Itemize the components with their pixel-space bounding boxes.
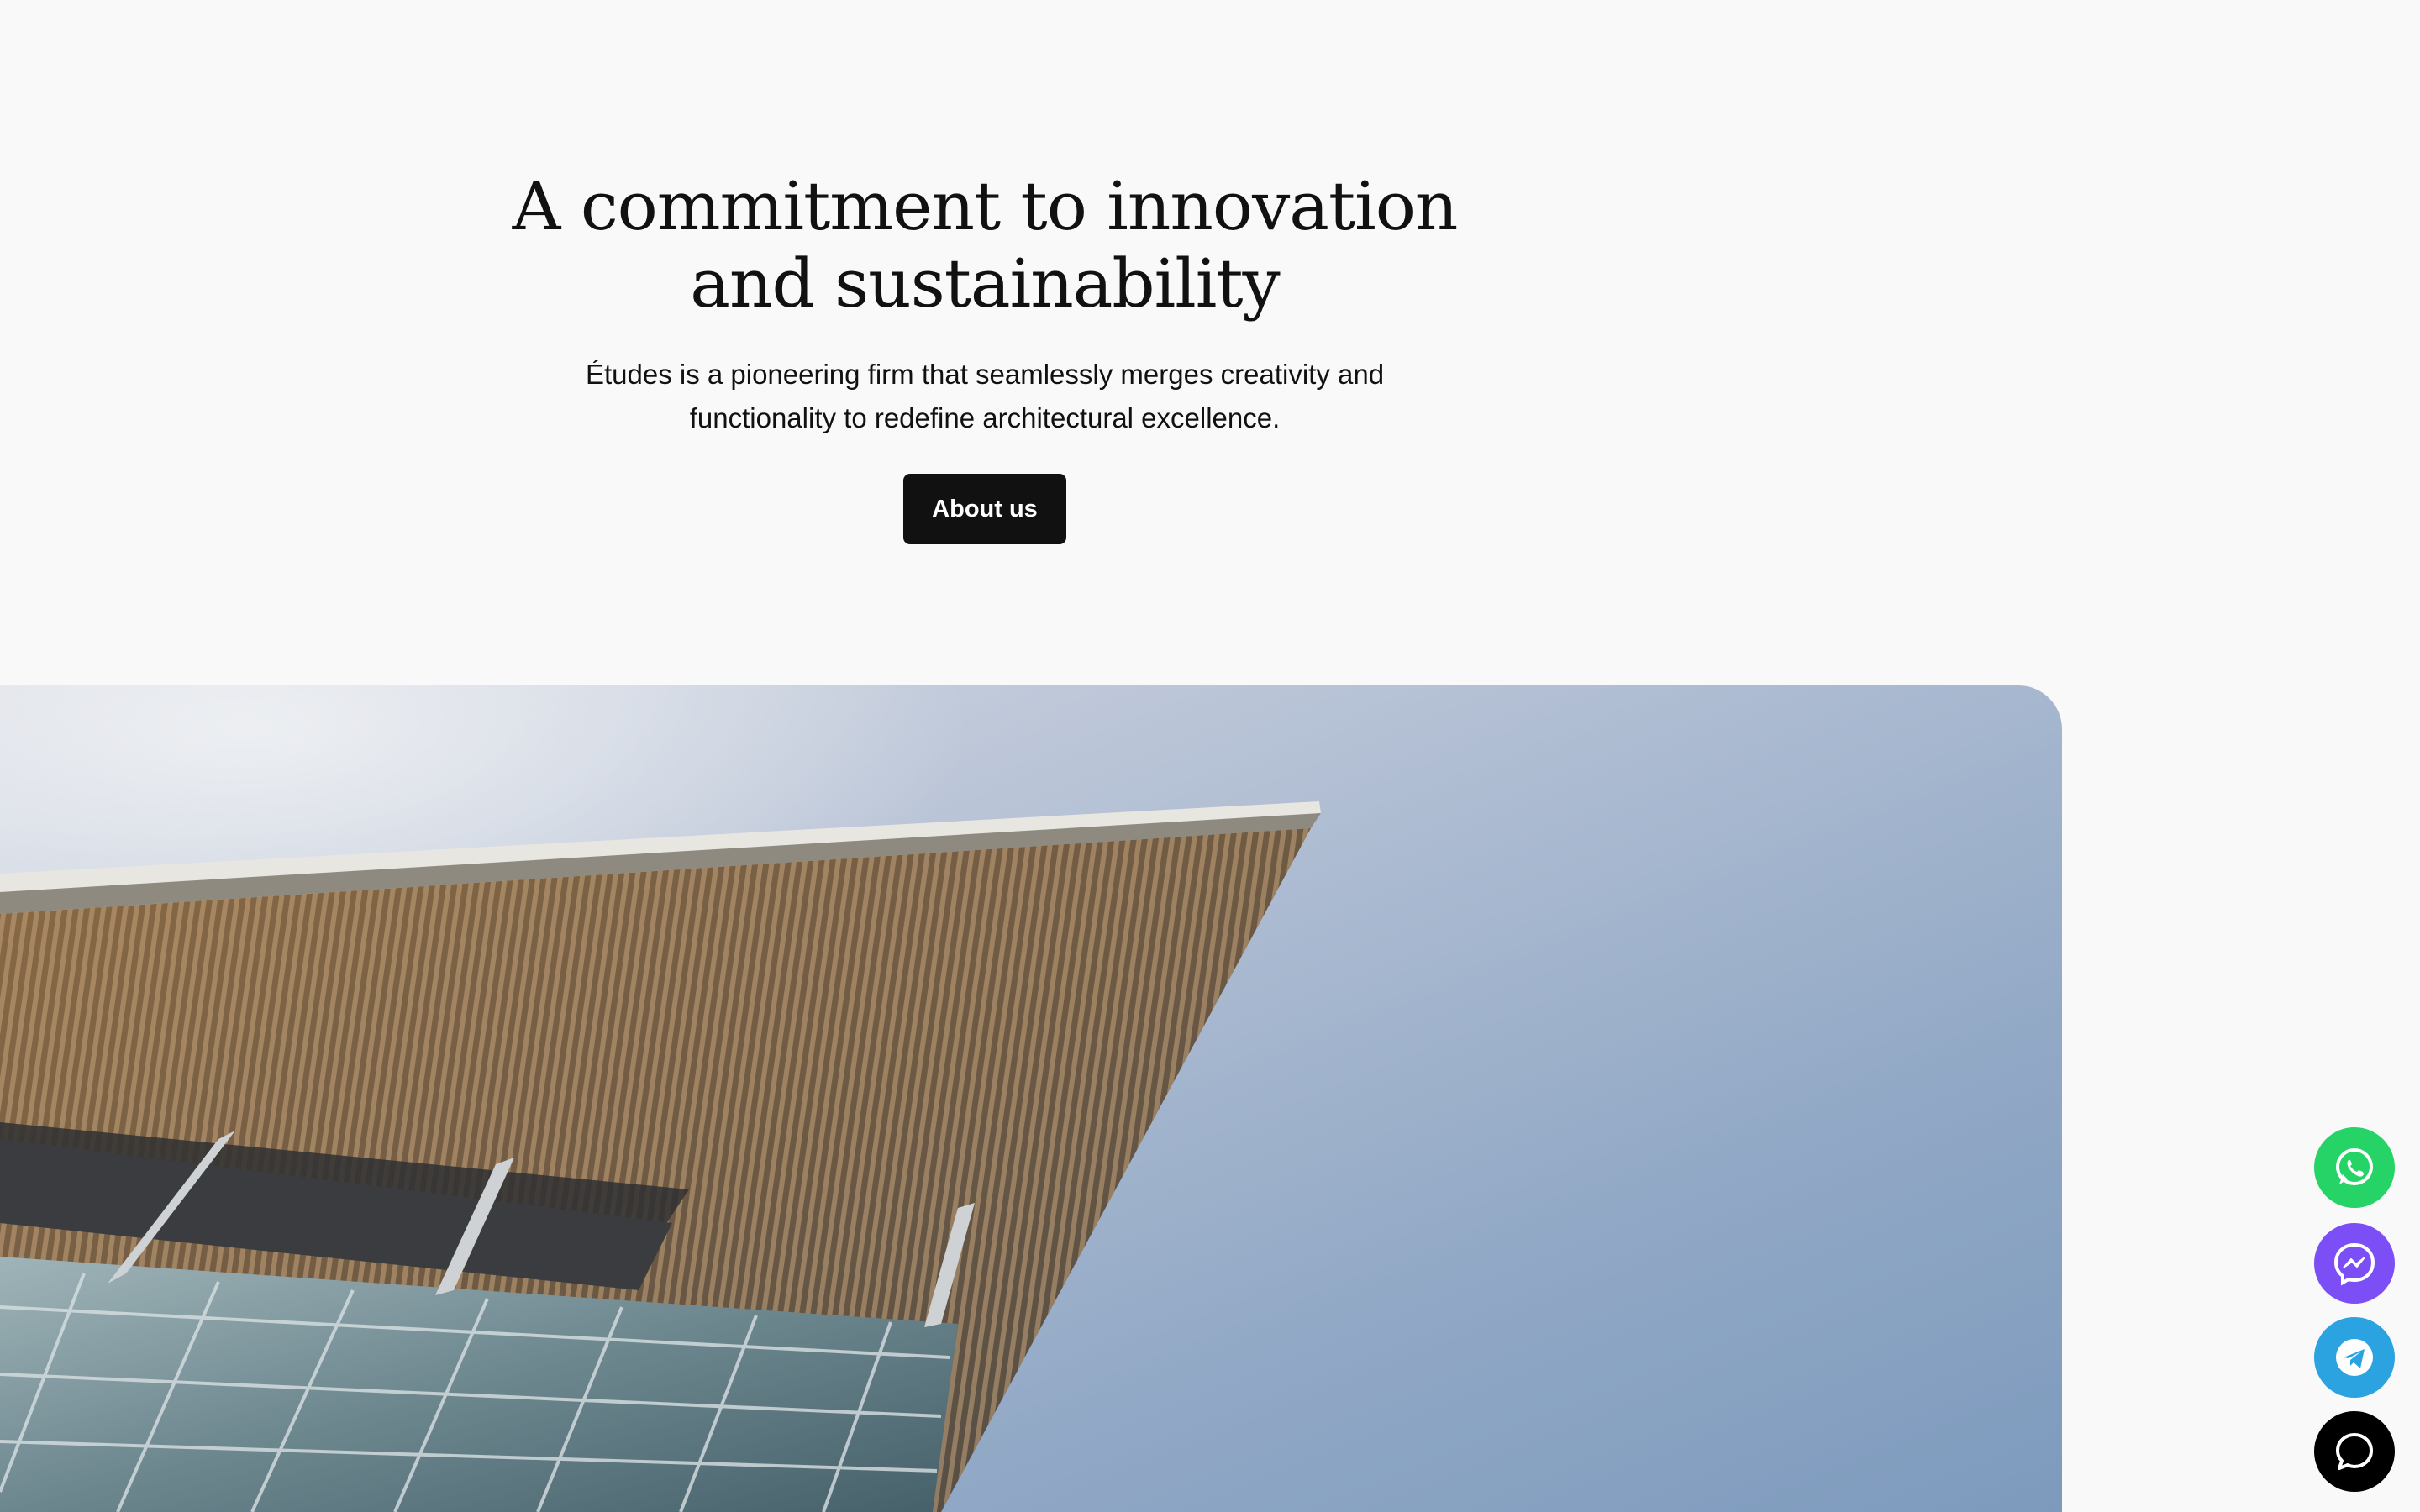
about-us-button[interactable]: About us xyxy=(903,474,1066,544)
hero-section: A commitment to innovation and sustainab… xyxy=(487,168,1482,544)
hero-title: A commitment to innovation and sustainab… xyxy=(487,168,1482,323)
whatsapp-button[interactable] xyxy=(2314,1127,2395,1208)
whatsapp-icon xyxy=(2331,1144,2378,1191)
telegram-icon xyxy=(2331,1334,2378,1381)
telegram-button[interactable] xyxy=(2314,1317,2395,1398)
hero-description: Études is a pioneering firm that seamles… xyxy=(585,359,1385,433)
hero-title-line-1: A commitment to innovation xyxy=(512,167,1459,245)
hero-title-line-2: and sustainability xyxy=(690,244,1280,323)
messenger-icon xyxy=(2331,1240,2378,1287)
chat-icon xyxy=(2331,1428,2378,1475)
hero-building-image xyxy=(0,685,2062,1512)
messenger-button[interactable] xyxy=(2314,1223,2395,1304)
chat-button[interactable] xyxy=(2314,1411,2395,1492)
